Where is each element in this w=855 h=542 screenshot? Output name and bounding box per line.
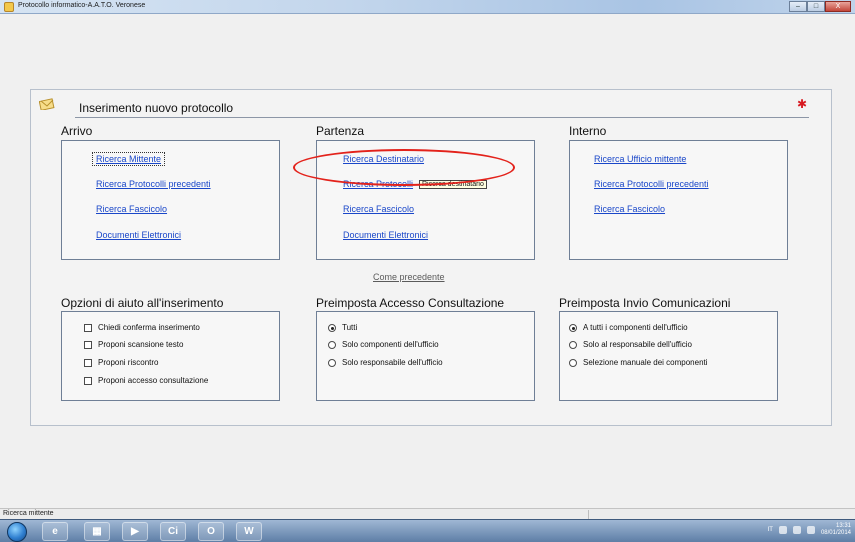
option-label: Solo responsabile dell'ufficio bbox=[342, 358, 443, 367]
a-tutti-radio[interactable]: A tutti i componenti dell'ufficio bbox=[569, 323, 688, 332]
title-bar: Protocollo informatico-A.A.T.O. Veronese… bbox=[0, 0, 855, 14]
status-text: Ricerca mittente bbox=[3, 510, 54, 517]
media-player-icon[interactable]: ▶ bbox=[122, 522, 148, 541]
arrivo-box: Ricerca Mittente Ricerca Protocolli prec… bbox=[61, 140, 280, 260]
option-label: A tutti i componenti dell'ufficio bbox=[583, 323, 688, 332]
volume-icon[interactable] bbox=[806, 526, 815, 534]
close-star-icon[interactable]: ✱ bbox=[797, 97, 807, 111]
network-icon[interactable] bbox=[792, 526, 801, 534]
ricerca-mittente-link[interactable]: Ricerca Mittente bbox=[91, 152, 166, 166]
tutti-radio[interactable]: Tutti bbox=[328, 323, 357, 332]
window-controls: – □ X bbox=[789, 1, 851, 12]
ricerca-fascicolo-link[interactable]: Ricerca Fascicolo bbox=[96, 204, 167, 214]
checkbox-icon[interactable] bbox=[84, 323, 92, 332]
status-bar: Ricerca mittente bbox=[0, 508, 855, 519]
action-center-icon[interactable] bbox=[778, 526, 787, 534]
accesso-title: Preimposta Accesso Consultazione bbox=[316, 296, 505, 310]
clock-time: 13:31 bbox=[835, 523, 851, 529]
solo-responsabile-radio[interactable]: Solo responsabile dell'ufficio bbox=[328, 358, 443, 367]
proponi-accesso-checkbox[interactable]: Proponi accesso consultazione bbox=[84, 376, 208, 385]
radio-icon[interactable] bbox=[328, 358, 336, 367]
option-label: Solo componenti dell'ufficio bbox=[342, 340, 439, 349]
opzioni-title: Opzioni di aiuto all'inserimento bbox=[61, 296, 224, 310]
partenza-title: Partenza bbox=[316, 124, 365, 138]
checkbox-icon[interactable] bbox=[84, 376, 92, 385]
invio-title: Preimposta Invio Comunicazioni bbox=[559, 296, 731, 310]
ricerca-ufficio-mittente-link[interactable]: Ricerca Ufficio mittente bbox=[594, 154, 686, 164]
outlook-icon[interactable]: O bbox=[198, 522, 224, 541]
radio-icon[interactable] bbox=[569, 323, 577, 332]
clock-date: 08/01/2014 bbox=[820, 530, 851, 536]
documenti-elettronici-link[interactable]: Documenti Elettronici bbox=[343, 230, 428, 240]
radio-icon[interactable] bbox=[328, 323, 336, 332]
ricerca-fascicolo-link[interactable]: Ricerca Fascicolo bbox=[343, 204, 414, 214]
divider bbox=[75, 117, 809, 118]
radio-icon[interactable] bbox=[328, 340, 336, 349]
ricerca-protocolli-precedenti-link[interactable]: Ricerca Protocolli precedenti bbox=[594, 179, 709, 189]
internet-explorer-icon[interactable]: e bbox=[42, 522, 68, 541]
window-title: Protocollo informatico-A.A.T.O. Veronese bbox=[18, 2, 146, 9]
proponi-riscontro-checkbox[interactable]: Proponi riscontro bbox=[84, 358, 158, 367]
maximize-button[interactable]: □ bbox=[807, 1, 825, 12]
language-indicator[interactable]: IT bbox=[768, 527, 773, 533]
option-label: Proponi accesso consultazione bbox=[98, 376, 209, 385]
proponi-scansione-checkbox[interactable]: Proponi scansione testo bbox=[84, 340, 183, 349]
opzioni-box: Chiedi conferma inserimento Proponi scan… bbox=[61, 311, 280, 401]
chiedi-conferma-checkbox[interactable]: Chiedi conferma inserimento bbox=[84, 323, 200, 332]
envelope-icon bbox=[39, 98, 55, 110]
accesso-box: Tutti Solo componenti dell'ufficio Solo … bbox=[316, 311, 535, 401]
main-panel: Inserimento nuovo protocollo ✱ Arrivo Ri… bbox=[30, 89, 832, 426]
option-label: Proponi scansione testo bbox=[98, 340, 184, 349]
highlight-oval bbox=[293, 149, 515, 186]
word-icon[interactable]: W bbox=[236, 522, 262, 541]
protocollo-app-icon[interactable]: Ci bbox=[160, 522, 186, 541]
documenti-elettronici-link[interactable]: Documenti Elettronici bbox=[96, 230, 181, 240]
panel-title: Inserimento nuovo protocollo bbox=[79, 101, 234, 115]
solo-responsabile-radio[interactable]: Solo al responsabile dell'ufficio bbox=[569, 340, 692, 349]
option-label: Solo al responsabile dell'ufficio bbox=[583, 340, 693, 349]
arrivo-title: Arrivo bbox=[61, 124, 93, 138]
ricerca-fascicolo-link[interactable]: Ricerca Fascicolo bbox=[594, 204, 665, 214]
solo-componenti-radio[interactable]: Solo componenti dell'ufficio bbox=[328, 340, 439, 349]
come-precedente-link[interactable]: Come precedente bbox=[373, 272, 445, 282]
interno-box: Ricerca Ufficio mittente Ricerca Protoco… bbox=[569, 140, 788, 260]
status-separator bbox=[588, 510, 589, 519]
option-label: Tutti bbox=[342, 323, 358, 332]
checkbox-icon[interactable] bbox=[84, 358, 92, 367]
minimize-button[interactable]: – bbox=[789, 1, 807, 12]
start-button-icon[interactable] bbox=[7, 522, 27, 542]
option-label: Selezione manuale dei componenti bbox=[583, 358, 708, 367]
selezione-manuale-radio[interactable]: Selezione manuale dei componenti bbox=[569, 358, 708, 367]
option-label: Chiedi conferma inserimento bbox=[98, 323, 200, 332]
option-label: Proponi riscontro bbox=[98, 358, 159, 367]
close-button[interactable]: X bbox=[825, 1, 851, 12]
ricerca-protocolli-precedenti-link[interactable]: Ricerca Protocolli precedenti bbox=[96, 179, 211, 189]
radio-icon[interactable] bbox=[569, 358, 577, 367]
app-icon bbox=[4, 2, 14, 12]
explorer-folder-icon[interactable]: ▦ bbox=[84, 522, 110, 541]
clock[interactable]: 13:31 08/01/2014 bbox=[821, 523, 851, 537]
interno-title: Interno bbox=[569, 124, 607, 138]
invio-box: A tutti i componenti dell'ufficio Solo a… bbox=[559, 311, 778, 401]
checkbox-icon[interactable] bbox=[84, 340, 92, 349]
system-tray: IT 13:31 08/01/2014 bbox=[768, 523, 851, 537]
radio-icon[interactable] bbox=[569, 340, 577, 349]
taskbar: e ▦ ▶ Ci O W IT 13:31 08/01/2014 bbox=[0, 519, 855, 542]
